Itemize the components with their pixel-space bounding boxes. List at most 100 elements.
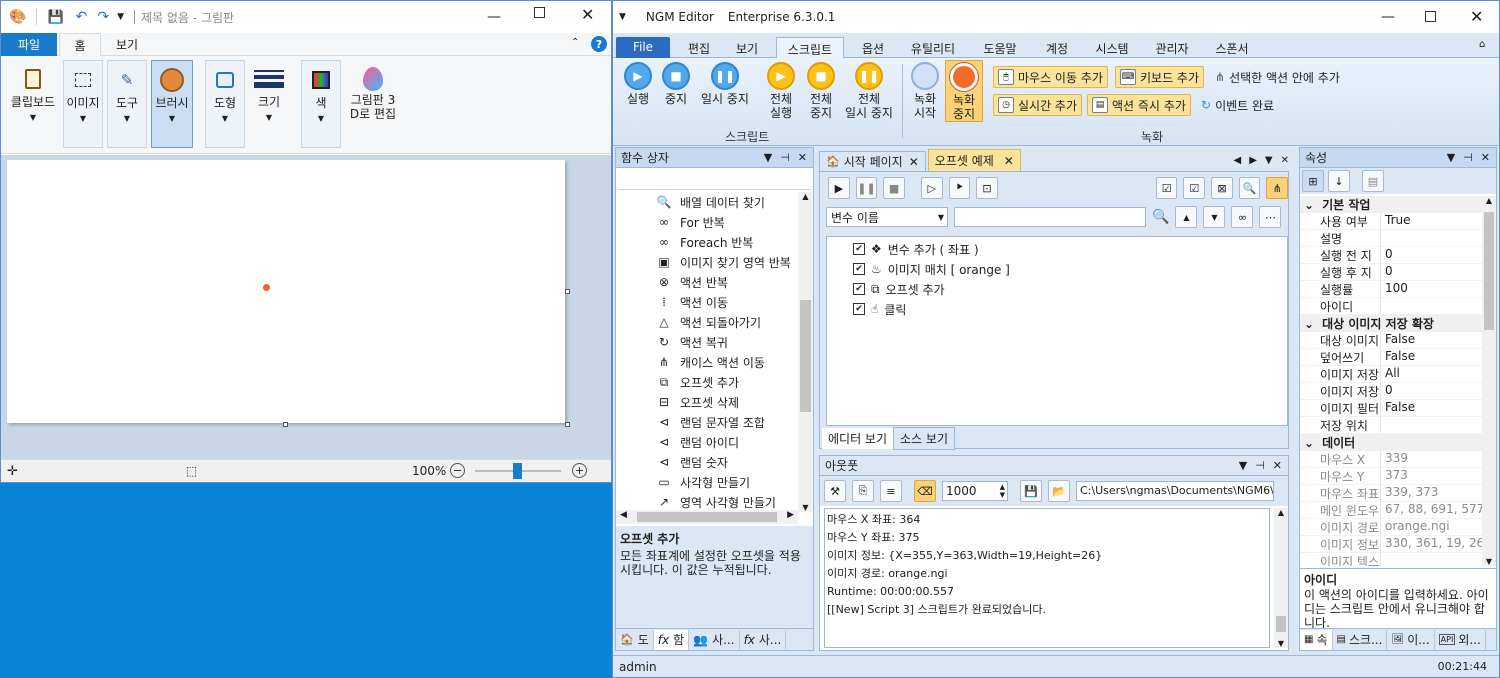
tab-offset-example[interactable]: 오프셋 예제 ✕ [927,149,1021,171]
tab-function[interactable]: fx 함 [653,629,690,650]
tab-list-icon[interactable]: ▼ [1265,155,1273,166]
ngm-maximize-button[interactable] [1425,11,1436,22]
size-button[interactable]: 크기 ▼ [249,60,289,148]
alphabetical-sort-button[interactable]: ↓ [1328,170,1350,192]
property-row[interactable]: 마우스 Y 373 [1300,468,1482,485]
property-row[interactable]: 마우스 좌표 339, 373 [1300,485,1482,502]
scroll-up-icon[interactable]: ▲ [798,192,813,201]
uncheck-button[interactable]: ⊠ [1211,177,1233,199]
doc-close-icon[interactable]: ✕ [1281,155,1289,166]
zoom-out-button[interactable]: − [450,463,465,478]
property-value[interactable]: True [1380,213,1482,229]
tab-source-view[interactable]: 소스 보기 [893,426,955,450]
property-value[interactable] [1380,230,1482,246]
function-item[interactable]: ▣ 이미지 찾기 영역 반복 [656,252,796,272]
spinner-icon[interactable]: ▲ ▼ [1000,483,1007,499]
property-value[interactable] [1380,417,1482,433]
tab-prev-icon[interactable]: ◀ [1234,155,1242,166]
tab-close-icon[interactable]: ✕ [1004,154,1014,168]
record-stop-button[interactable]: 녹화 중지 [945,60,983,122]
function-search-input[interactable] [618,170,811,190]
checkbox-checked[interactable]: ✔ [853,243,865,255]
function-item[interactable]: △ 액션 되돌아가기 [656,312,796,332]
list-button[interactable]: ≡ [880,480,902,502]
editor-play-button[interactable]: ▶ [828,177,850,199]
function-item[interactable]: 🔍 배열 데이터 찾기 [656,192,796,212]
function-list-scrollbar[interactable]: ▲ ▼ [798,192,813,512]
property-pages-button[interactable]: ▤ [1362,170,1384,192]
property-value[interactable]: 0 [1380,383,1482,399]
function-item[interactable]: ⊟ 오프셋 삭제 [656,392,796,412]
undo-icon[interactable]: ↶ [76,9,88,25]
maximize-button[interactable] [534,7,545,18]
property-category[interactable]: ⌄ 기본 작업 [1300,196,1482,213]
tree-view-button[interactable]: ⋔ [1266,177,1289,199]
function-item[interactable]: ⊲ 랜덤 아이디 [656,432,796,452]
property-value[interactable]: False [1380,400,1482,416]
tab-user-function[interactable]: fx 사... [740,629,787,650]
move-up-button[interactable]: ▲ [1175,206,1198,228]
tab-file[interactable]: 파일 [1,32,57,56]
panel-dropdown-icon[interactable]: ▼ [764,151,772,164]
copy-output-button[interactable]: ⎘ [852,480,874,502]
menu-file[interactable]: File [616,37,670,58]
property-row[interactable]: 마우스 X 339 [1300,451,1482,468]
function-item[interactable]: ⊲ 랜덤 숫자 [656,452,796,472]
function-item[interactable]: ⊲ 랜덤 문자열 조합 [656,412,796,432]
property-row[interactable]: 실행 후 지0 [1300,264,1482,281]
brushes-button[interactable]: 브러시 ▼ [151,60,193,148]
pin-icon[interactable]: ⊣ [1463,151,1473,164]
ngm-minimize-button[interactable]: — [1381,9,1395,25]
function-hscrollbar[interactable]: ◀ ▶ [616,510,798,524]
menu-sponsor[interactable]: 스폰서 [1207,37,1257,58]
add-in-selected-button[interactable]: ⋔ 선택한 액션 안에 추가 [1211,66,1344,88]
action-item[interactable]: ✔ ❖ 변수 추가 ( 좌표 ) [853,239,1287,259]
action-item[interactable]: ✔ ☝ 클릭 [853,299,1287,319]
scrollbar-thumb[interactable] [800,300,811,412]
menu-account[interactable]: 계정 [1037,37,1077,58]
edit-paint3d-button[interactable]: 그림판 3 D로 편집 [345,60,401,148]
system-menu-icon[interactable]: ▼ [619,12,626,22]
open-folder-button[interactable]: 📂 [1048,480,1070,502]
output-scrollbar[interactable]: ▲ ▼ [1274,508,1288,648]
function-item[interactable]: ∞ For 반복 [656,212,796,232]
event-done-button[interactable]: ↻ 이벤트 완료 [1197,94,1278,116]
collapse-ribbon-icon[interactable]: ⌂ [1479,39,1485,50]
editor-run-from-button[interactable]: ⯈ [948,177,971,199]
function-item[interactable]: ↗ 영역 사각형 만들기 [656,492,796,512]
chevron-down-icon[interactable]: ⌄ [1304,436,1314,450]
check-button[interactable]: ☑ [1183,177,1206,199]
panel-dropdown-icon[interactable]: ▼ [1239,459,1247,472]
menu-utility[interactable]: 유틸리티 [903,37,963,58]
ngm-close-button[interactable]: ✕ [1470,7,1483,26]
add-action-now-button[interactable]: ▤ 액션 즉시 추가 [1087,94,1191,116]
paint-canvas[interactable] [7,160,565,423]
property-value[interactable]: False [1380,349,1482,365]
function-item[interactable]: ⋔ 캐이스 액션 이동 [656,352,796,372]
tab-doc[interactable]: 🏠 도 [616,629,654,650]
image-button[interactable]: 이미지 ▼ [63,60,103,148]
add-keyboard-button[interactable]: ⌨ 키보드 추가 [1115,66,1205,88]
properties-scrollbar[interactable]: ▲ ▼ [1482,196,1496,566]
colors-button[interactable]: 색 ▼ [301,60,341,148]
clipboard-button[interactable]: 클립보드 ▼ [7,60,59,148]
property-row[interactable]: 이미지 저장 0 [1300,383,1482,400]
menu-admin[interactable]: 관리자 [1147,37,1197,58]
function-item[interactable]: ∞ Foreach 반복 [656,232,796,252]
property-value[interactable]: 67, 88, 691, 577 [1380,502,1482,518]
menu-view[interactable]: 보기 [727,37,767,58]
resize-handle[interactable] [565,289,570,294]
editor-pause-button[interactable]: ❚❚ [855,177,878,199]
tools-button[interactable]: ✎ 도구 ▼ [107,60,147,148]
property-row[interactable]: 저장 위치 [1300,417,1482,434]
tab-user[interactable]: 👥 사... [689,629,740,650]
scroll-down-icon[interactable]: ▼ [798,503,813,512]
property-row[interactable]: 덮어쓰기 False [1300,349,1482,366]
function-item[interactable]: ⧉ 오프셋 추가 [656,372,796,392]
property-value[interactable]: 339 [1380,451,1482,467]
tab-next-icon[interactable]: ▶ [1249,155,1257,166]
redo-icon[interactable]: ↷ [97,9,109,25]
zoom-in-button[interactable]: + [572,463,587,478]
stop-button[interactable]: ■ 중지 [659,62,693,106]
pause-button[interactable]: ❚❚ 일시 중지 [699,62,751,106]
